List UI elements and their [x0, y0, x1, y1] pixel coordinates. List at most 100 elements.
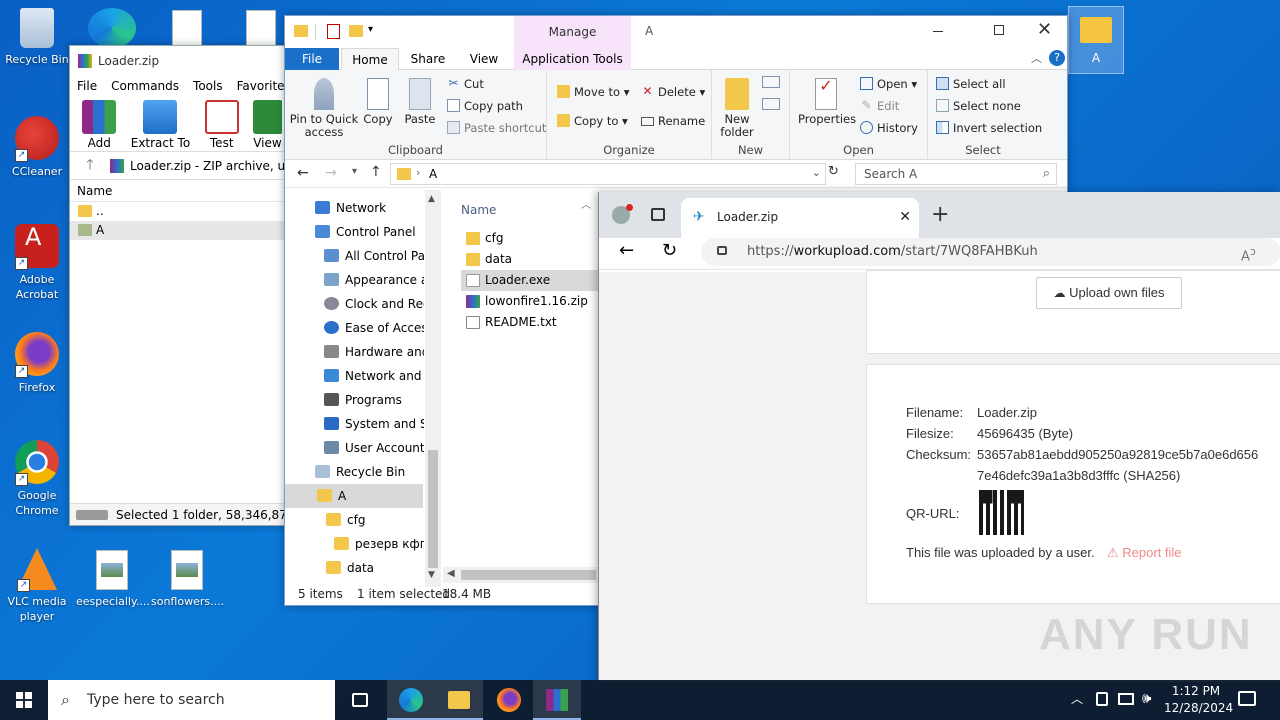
- nav-item[interactable]: Clock and Regi: [324, 292, 424, 316]
- taskbar-search-input[interactable]: ⌕ Type here to search: [48, 680, 335, 720]
- start-button[interactable]: [0, 680, 48, 720]
- new-folder-quick-icon[interactable]: [349, 25, 363, 37]
- edit-button[interactable]: ✎ Edit: [858, 96, 899, 116]
- profile-avatar-icon[interactable]: [612, 204, 633, 224]
- scroll-thumb[interactable]: [428, 450, 438, 568]
- nav-item[interactable]: Recycle Bin: [315, 460, 405, 484]
- browser-tab-active[interactable]: ✈ Loader.zip ✕: [681, 198, 919, 238]
- scroll-thumb[interactable]: [461, 570, 596, 580]
- tray-device-icon[interactable]: [1096, 692, 1108, 706]
- nav-item[interactable]: Network and Ir: [324, 364, 424, 388]
- tab-application-tools[interactable]: Application Tools: [514, 48, 631, 70]
- edge-window[interactable]: ✈ Loader.zip ✕ + ← ↻ https://workupload.…: [598, 192, 1280, 682]
- menu-file[interactable]: File: [77, 76, 97, 96]
- address-bar[interactable]: › A ⌄: [390, 163, 826, 185]
- scroll-down-icon[interactable]: ▼: [428, 570, 435, 580]
- nav-scrollbar[interactable]: ▲ ▼: [425, 190, 441, 587]
- volume-icon[interactable]: 🕪: [1142, 689, 1151, 707]
- desktop-icon-adobe-acrobat[interactable]: A ↗ Adobe Acrobat: [1, 224, 73, 302]
- new-item-icon[interactable]: [762, 76, 780, 88]
- nav-item[interactable]: Hardware and: [324, 340, 424, 364]
- invert-selection-button[interactable]: Invert selection: [934, 118, 1042, 138]
- collapse-ribbon-icon[interactable]: ︿: [1031, 50, 1042, 66]
- list-item[interactable]: README.txt: [461, 312, 557, 333]
- edge-desktop-icon[interactable]: [88, 8, 136, 48]
- explorer-titlebar[interactable]: ▾ Manage A ✕: [285, 16, 1067, 48]
- tab-view[interactable]: View: [459, 48, 509, 70]
- view-button[interactable]: View: [252, 100, 282, 151]
- up-arrow-icon[interactable]: ↑: [370, 164, 382, 180]
- scroll-up-icon[interactable]: ▲: [428, 194, 435, 204]
- column-header-name[interactable]: Name: [70, 180, 286, 202]
- nav-item[interactable]: Appearance an: [324, 268, 424, 292]
- url-field[interactable]: https://workupload.com/start/7WQ8FAHBKuh…: [701, 238, 1280, 266]
- network-tray-icon[interactable]: [1118, 693, 1134, 705]
- tab-home[interactable]: Home: [341, 48, 399, 71]
- delete-button[interactable]: ✕ Delete ▾: [639, 82, 705, 102]
- clock[interactable]: 1:12 PM 12/28/2024: [1164, 683, 1233, 717]
- list-item[interactable]: cfg: [461, 228, 503, 249]
- close-icon[interactable]: ✕: [1037, 19, 1052, 40]
- new-tab-icon[interactable]: +: [931, 202, 949, 227]
- minimize-icon[interactable]: [933, 31, 943, 32]
- new-folder-button[interactable]: New folder: [716, 78, 758, 139]
- desktop-icon-vlc[interactable]: ↗ VLC media player: [1, 548, 73, 624]
- add-button[interactable]: Add: [74, 100, 124, 151]
- back-arrow-icon[interactable]: ←: [297, 165, 309, 181]
- paste-button[interactable]: Paste: [401, 78, 439, 126]
- nav-item[interactable]: User Accounts: [324, 436, 424, 460]
- tab-file[interactable]: File: [285, 48, 339, 70]
- nav-item[interactable]: Network: [315, 196, 386, 220]
- report-file-link[interactable]: ⚠ Report file: [1107, 545, 1182, 561]
- tab-actions-icon[interactable]: [651, 208, 665, 221]
- taskbar-file-explorer[interactable]: [435, 680, 483, 720]
- image-file-icon[interactable]: [246, 10, 276, 46]
- winrar-titlebar[interactable]: Loader.zip: [70, 46, 286, 76]
- task-view-button[interactable]: [336, 680, 384, 720]
- copy-to-button[interactable]: Copy to ▾: [555, 111, 628, 131]
- nav-item[interactable]: data: [326, 556, 374, 580]
- winrar-path[interactable]: Loader.zip - ZIP archive, u: [130, 159, 285, 173]
- desktop-icon-ccleaner[interactable]: ↗ CCleaner: [1, 116, 73, 179]
- desktop-icon-google-chrome[interactable]: ↗ Google Chrome: [1, 440, 73, 518]
- refresh-icon[interactable]: ↻: [662, 240, 677, 261]
- desktop-icon-file-eespecially[interactable]: eespecially....: [76, 550, 150, 609]
- select-all-button[interactable]: Select all: [934, 74, 1006, 94]
- menu-tools[interactable]: Tools: [193, 76, 223, 96]
- properties-quick-icon[interactable]: [327, 24, 340, 39]
- desktop-icon-recycle-bin[interactable]: Recycle Bin: [1, 8, 73, 67]
- nav-item[interactable]: Programs: [324, 388, 424, 412]
- taskbar-winrar[interactable]: [533, 680, 581, 720]
- scroll-left-icon[interactable]: ◀: [447, 568, 455, 579]
- list-item[interactable]: ..: [70, 202, 286, 221]
- customize-quick-access-icon[interactable]: ▾: [368, 24, 373, 35]
- forward-arrow-icon[interactable]: →: [325, 165, 337, 181]
- desktop-folder-a[interactable]: A: [1068, 6, 1124, 74]
- maximize-icon[interactable]: [994, 25, 1004, 35]
- menu-commands[interactable]: Commands: [111, 76, 179, 96]
- copy-path-button[interactable]: Copy path: [445, 96, 523, 116]
- nav-item-selected[interactable]: A: [285, 484, 423, 508]
- back-arrow-icon[interactable]: ←: [619, 240, 634, 261]
- copy-button[interactable]: Copy: [361, 78, 395, 126]
- rename-button[interactable]: Rename: [639, 111, 705, 131]
- help-icon[interactable]: ?: [1049, 50, 1065, 66]
- open-button[interactable]: Open ▾: [858, 74, 917, 94]
- desktop-icon-file-sonflowers[interactable]: sonflowers....: [151, 550, 224, 609]
- list-item[interactable]: data: [461, 249, 512, 270]
- nav-item[interactable]: Control Panel: [315, 220, 416, 244]
- upload-own-files-button[interactable]: ☁ Upload own files: [1036, 277, 1182, 309]
- show-hidden-icons[interactable]: ︿: [1071, 690, 1083, 707]
- up-arrow-icon[interactable]: 🡑: [70, 154, 110, 178]
- list-item[interactable]: lowonfire1.16.zip: [461, 291, 588, 312]
- history-button[interactable]: History: [858, 118, 918, 138]
- horizontal-scrollbar[interactable]: ◀: [443, 567, 598, 583]
- taskbar-edge[interactable]: [387, 680, 435, 720]
- refresh-icon[interactable]: ↻: [828, 164, 839, 179]
- search-input[interactable]: Search A ⌕: [855, 163, 1057, 185]
- extract-to-button[interactable]: Extract To: [130, 100, 190, 151]
- paste-shortcut-button[interactable]: Paste shortcut: [445, 118, 546, 138]
- list-item[interactable]: A: [70, 221, 286, 240]
- cut-button[interactable]: ✂ Cut: [445, 74, 483, 94]
- nav-item[interactable]: System and Se: [324, 412, 424, 436]
